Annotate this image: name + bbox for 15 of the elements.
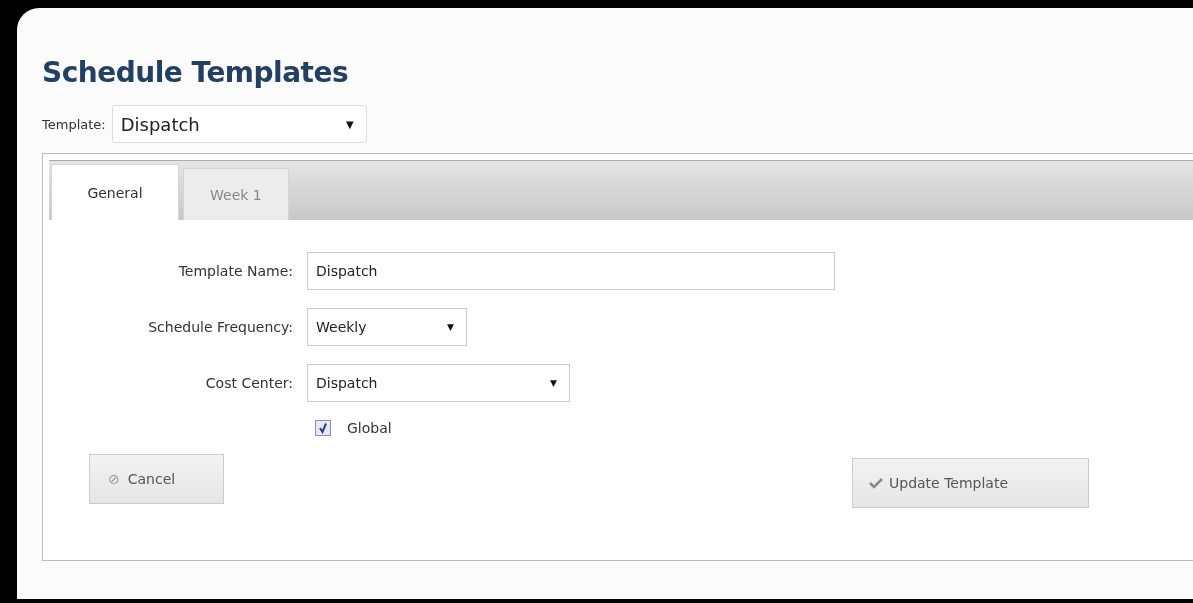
checkbox[interactable] [315,420,331,436]
text-field[interactable]: Dispatch [307,252,835,290]
template-dropdown[interactable]: Dispatch ▼ [111,105,367,143]
field-label: Template Name: [177,263,293,279]
field-label: Schedule Frequency: [147,319,293,335]
check-icon [869,477,883,489]
update-button[interactable]: Update Template [852,458,1089,508]
field-label: Cost Center: [204,375,293,391]
cancel-button[interactable]: ⊘ Cancel [89,454,224,504]
template-label: Template: [42,116,106,132]
dropdown[interactable]: Dispatch ▼ [307,364,570,402]
dropdown[interactable]: Weekly ▼ [307,308,467,346]
page-title: Schedule Templates [42,56,350,89]
tab[interactable]: General [51,164,179,220]
checkbox-label: Global [347,420,392,436]
